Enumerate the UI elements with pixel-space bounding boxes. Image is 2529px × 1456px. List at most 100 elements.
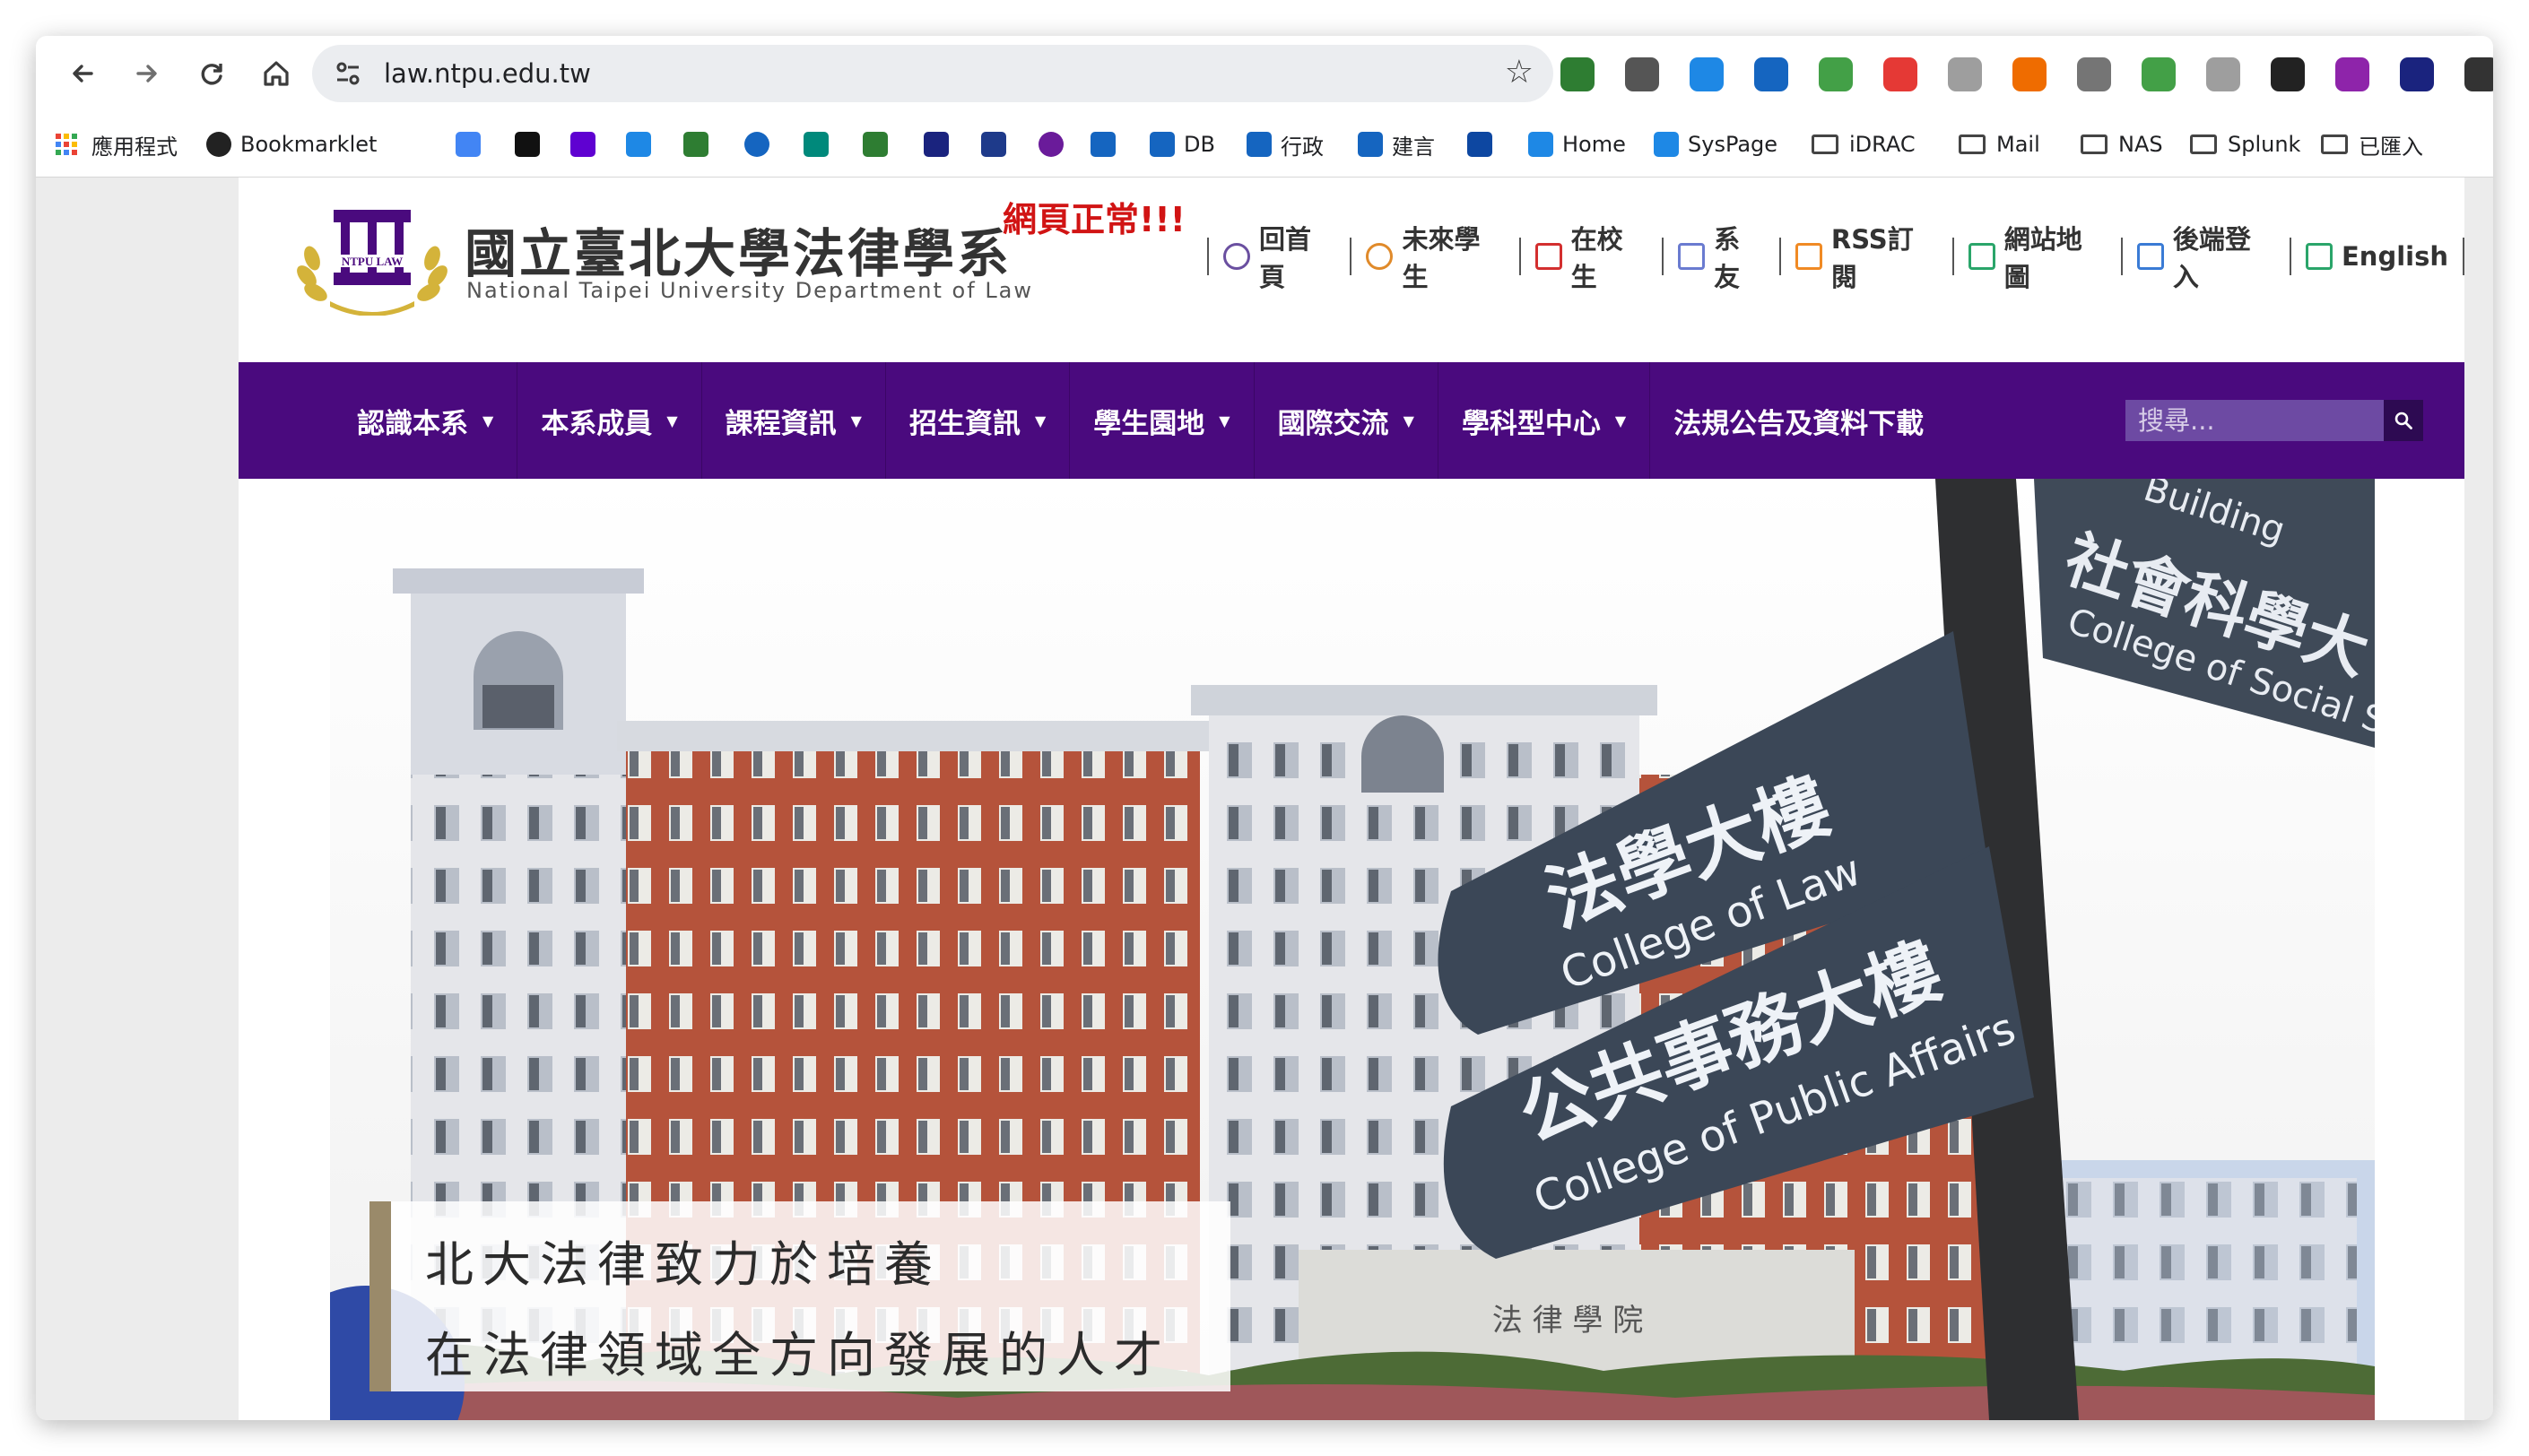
site-title[interactable]: 國立臺北大學法律學系	[465, 212, 1012, 287]
green-app-icon	[683, 132, 708, 157]
bookmark-item[interactable]	[1091, 129, 1125, 160]
chevron-down-icon: ▼	[666, 412, 678, 429]
bookmark-item[interactable]: Home	[1528, 129, 1626, 160]
bookmark-label: Mail	[1996, 132, 2040, 157]
extension-icon[interactable]	[2271, 57, 2305, 91]
bookmark-folder[interactable]: NAS	[2081, 129, 2163, 160]
menu-item-7[interactable]: 法規公告及資料下載	[1650, 362, 1947, 479]
top-link-6[interactable]: 後端登入	[2120, 224, 2290, 292]
url-text[interactable]: law.ntpu.edu.tw	[384, 58, 591, 89]
chart-icon	[804, 132, 829, 157]
top-link-4[interactable]: RSS訂閱	[1778, 224, 1952, 292]
back-button[interactable]	[61, 52, 104, 95]
menu-item-0[interactable]: 認識本系 ▼	[334, 362, 518, 479]
bookmark-item[interactable]	[1039, 129, 1073, 160]
globe-icon	[206, 132, 231, 157]
extension-icon[interactable]	[2464, 57, 2493, 91]
bookmark-item[interactable]	[744, 129, 778, 160]
extension-icon[interactable]	[2012, 57, 2047, 91]
top-link-2[interactable]: 在校生	[1518, 224, 1662, 292]
bookmark-item[interactable]	[683, 129, 717, 160]
menu-item-1[interactable]: 本系成員 ▼	[517, 362, 702, 479]
top-link-7[interactable]: English	[2290, 238, 2465, 275]
bookmark-label: 已匯入	[2359, 134, 2423, 160]
forward-button[interactable]	[126, 52, 169, 95]
menu-item-5[interactable]: 國際交流 ▼	[1255, 362, 1438, 479]
bookmark-item[interactable]: 應用程式	[54, 129, 178, 160]
bookmark-star-icon[interactable]: ☆	[1505, 54, 1534, 91]
bookmark-item[interactable]	[924, 129, 958, 160]
extension-icon[interactable]	[1690, 57, 1724, 91]
globe-icon	[1223, 243, 1250, 270]
menu-item-3[interactable]: 招生資訊 ▼	[886, 362, 1071, 479]
bookmark-label: Bookmarklet	[240, 132, 378, 157]
site-settings-icon[interactable]	[332, 57, 364, 90]
menu-item-label: 國際交流	[1277, 407, 1389, 440]
bookmark-item[interactable]: DB	[1150, 129, 1215, 160]
flag-icon	[1528, 132, 1553, 157]
top-link-3[interactable]: 系友	[1662, 224, 1779, 292]
yahoo-icon	[570, 132, 595, 157]
extension-icon[interactable]	[2206, 57, 2240, 91]
bookmark-item[interactable]: Bookmarklet	[206, 129, 377, 160]
extension-icon[interactable]	[1883, 57, 1917, 91]
address-bar[interactable]: law.ntpu.edu.tw ☆	[312, 45, 1553, 102]
map-icon	[1968, 243, 1995, 270]
menu-item-4[interactable]: 學生園地 ▼	[1070, 362, 1255, 479]
chevron-down-icon: ▼	[1403, 412, 1414, 429]
bookmark-folder[interactable]: Splunk	[2190, 129, 2300, 160]
ntpu-law-logo[interactable]: NTPU LAW	[294, 201, 450, 316]
extension-icon[interactable]	[2400, 57, 2434, 91]
user-icon	[1366, 243, 1394, 270]
wave-icon	[1467, 132, 1492, 157]
p-icon	[626, 132, 651, 157]
bookmark-item[interactable]	[626, 129, 660, 160]
chevron-down-icon: ▼	[1034, 412, 1047, 429]
bookmark-folder[interactable]: 已匯入	[2321, 129, 2423, 160]
search-button[interactable]	[2384, 400, 2423, 441]
bookmark-item[interactable]: 建言	[1358, 129, 1435, 160]
menu-item-2[interactable]: 課程資訊 ▼	[702, 362, 886, 479]
bookmark-folder[interactable]: iDRAC	[1812, 129, 1916, 160]
bookmark-item[interactable]: 行政	[1247, 129, 1324, 160]
extension-icon[interactable]	[1754, 57, 1788, 91]
menu-item-label: 本系成員	[541, 407, 653, 440]
extension-icon[interactable]	[1625, 57, 1659, 91]
hero-caption: 北大法律致力於培養 在法律領域全方向發展的人才	[369, 1201, 1230, 1391]
bookmark-item[interactable]	[515, 129, 549, 160]
extension-icon[interactable]	[1560, 57, 1595, 91]
top-link-label: 網站地圖	[2003, 224, 2082, 292]
search-box	[2125, 400, 2423, 441]
search-input[interactable]	[2125, 400, 2384, 441]
menu-item-6[interactable]: 學科型中心 ▼	[1438, 362, 1651, 479]
bookmark-folder[interactable]: Mail	[1959, 129, 2040, 160]
extension-icon[interactable]	[2077, 57, 2111, 91]
top-link-label: 在校生	[1570, 224, 1623, 292]
bookmark-item[interactable]	[981, 129, 1015, 160]
back-arrow-icon	[73, 65, 93, 82]
bookmark-item[interactable]	[570, 129, 604, 160]
hero-banner[interactable]: 法 律 學 院 Building 社會科學大 College of Social…	[330, 479, 2375, 1420]
extension-icon[interactable]	[2335, 57, 2369, 91]
chevron-down-icon: ▼	[482, 412, 494, 429]
top-link-0[interactable]: 回首頁	[1207, 224, 1350, 292]
top-link-label: 系友	[1714, 224, 1741, 292]
bookmark-label: SysPage	[1688, 132, 1778, 157]
extension-icon[interactable]	[2142, 57, 2176, 91]
extension-icon[interactable]	[1948, 57, 1982, 91]
reload-button[interactable]	[190, 52, 233, 95]
extension-icon[interactable]	[1819, 57, 1853, 91]
bookmark-icon	[2306, 243, 2333, 270]
top-link-1[interactable]: 未來學生	[1350, 224, 1518, 292]
folder-icon	[1959, 134, 1986, 154]
bookmark-item[interactable]	[1467, 129, 1501, 160]
home-button[interactable]	[255, 52, 298, 95]
bookmark-label: Splunk	[2228, 132, 2301, 157]
paper-plane-icon	[1678, 243, 1706, 270]
bookmark-item[interactable]	[456, 129, 490, 160]
bookmark-item[interactable]	[804, 129, 838, 160]
top-link-5[interactable]: 網站地圖	[1951, 224, 2121, 292]
bookmark-item[interactable]	[863, 129, 897, 160]
bookmark-label: 應用程式	[91, 134, 178, 160]
bookmark-item[interactable]: SysPage	[1654, 129, 1777, 160]
